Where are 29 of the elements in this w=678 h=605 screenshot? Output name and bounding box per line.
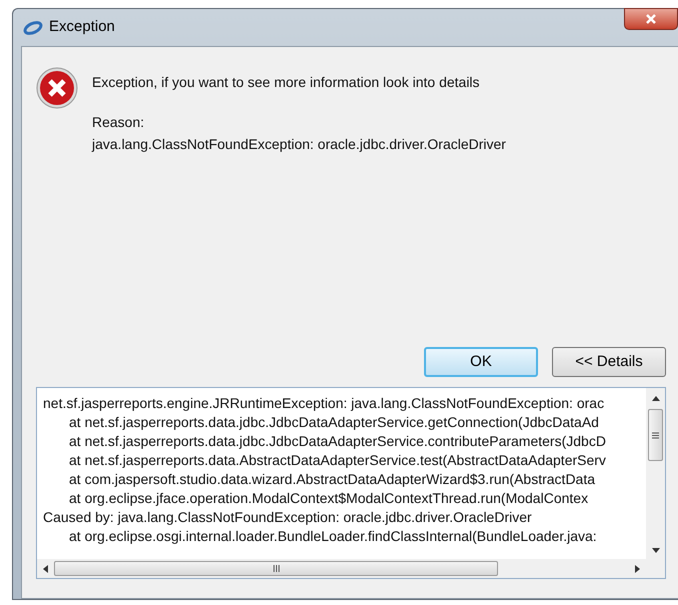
grip-icon — [652, 432, 659, 438]
reason-text: java.lang.ClassNotFoundException: oracle.jdbc.driver.OracleDriver — [92, 135, 506, 154]
scroll-right-arrow-icon[interactable] — [635, 564, 640, 572]
scroll-left-arrow-icon[interactable] — [43, 564, 48, 572]
stack-frame-line: at net.sf.jasperreports.data.jdbc.JdbcDataAdapterService.contributeParameters(JdbcD — [68, 432, 606, 451]
close-icon — [645, 14, 657, 24]
stack-frame-line: at org.eclipse.jface.operation.ModalContext$ModalContextThread.run(ModalContex — [68, 489, 588, 508]
horizontal-scrollbar[interactable] — [37, 559, 665, 578]
window-title: Exception — [49, 17, 115, 38]
details-text-area[interactable] — [36, 387, 666, 579]
reason-label: Reason: — [92, 113, 146, 132]
exception-line: net.sf.jasperreports.engine.JRRuntimeException: java.lang.ClassNotFoundException: orac — [43, 394, 604, 413]
stack-frame-line: at org.eclipse.osgi.internal.loader.BundleLoader.findClassInternal(BundleLoader.java: — [68, 527, 597, 546]
scroll-down-arrow-icon[interactable] — [652, 548, 660, 553]
app-logo-icon — [23, 20, 43, 34]
vertical-scrollbar[interactable] — [646, 388, 665, 559]
exception-line: Caused by: java.lang.ClassNotFoundException: oracle.jdbc.driver.OracleDriver — [43, 508, 532, 527]
dialog-button[interactable]: OK — [424, 347, 538, 377]
stack-frame-line: at com.jaspersoft.studio.data.wizard.AbstractDataAdapterWizard$3.run(AbstractData — [68, 470, 596, 489]
scrollbar-thumb[interactable] — [54, 561, 498, 576]
stack-frame-line: at net.sf.jasperreports.data.AbstractDataAdapterService.test(AbstractDataAdapterServ — [68, 451, 606, 470]
dialog-button[interactable]: << Details — [552, 347, 666, 377]
scrollbar-thumb[interactable] — [648, 409, 663, 461]
error-message: Exception, if you want to see more information look into details — [92, 73, 481, 92]
grip-icon — [272, 565, 280, 572]
stack-frame-line: at net.sf.jasperreports.data.jdbc.JdbcDataAdapterService.getConnection(JdbcDataAd — [68, 413, 599, 432]
close-button[interactable] — [624, 8, 678, 30]
error-icon — [36, 67, 78, 109]
scroll-up-arrow-icon[interactable] — [652, 396, 660, 401]
